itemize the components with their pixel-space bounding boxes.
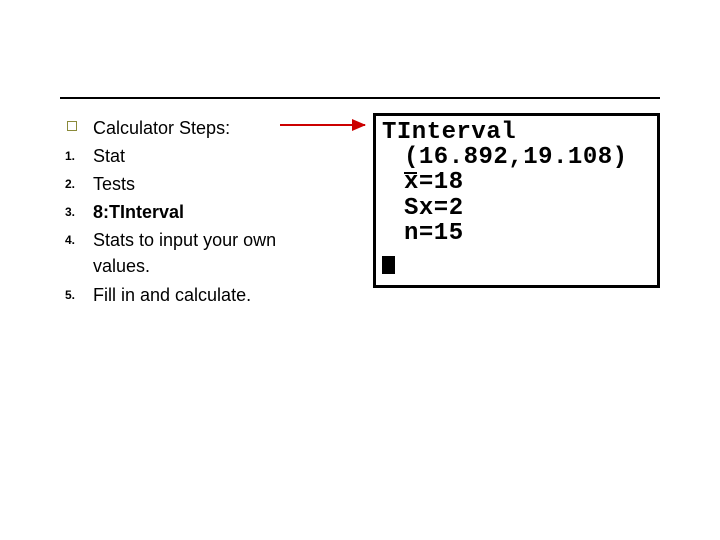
step-row-2: 2. Tests — [65, 171, 335, 197]
steps-list: Calculator Steps: 1. Stat 2. Tests 3. 8:… — [65, 115, 335, 310]
steps-heading: Calculator Steps: — [93, 115, 335, 141]
calc-sx-line: Sx=2 — [382, 196, 651, 221]
step-heading-row: Calculator Steps: — [65, 115, 335, 141]
red-arrow-icon — [280, 124, 365, 126]
step-text-3: 8:TInterval — [93, 199, 335, 225]
horizontal-divider — [60, 97, 660, 99]
cursor-block-icon — [382, 256, 395, 274]
calc-xbar-line: x=18 — [382, 170, 651, 195]
square-bullet-icon — [65, 115, 93, 137]
content-area: Calculator Steps: 1. Stat 2. Tests 3. 8:… — [65, 115, 335, 310]
step-row-3: 3. 8:TInterval — [65, 199, 335, 225]
step-text-4: Stats to input your own values. — [93, 227, 335, 279]
num-bullet-3: 3. — [65, 199, 93, 221]
num-bullet-5: 5. — [65, 282, 93, 304]
calculator-screen: TInterval (16.892,19.108) x=18 Sx=2 n=15 — [373, 113, 660, 288]
step-text-5: Fill in and calculate. — [93, 282, 335, 308]
calc-n-line: n=15 — [382, 221, 651, 246]
step-row-5: 5. Fill in and calculate. — [65, 282, 335, 308]
xbar-symbol: x=18 — [404, 170, 464, 195]
step-text-2: Tests — [93, 171, 335, 197]
step-row-1: 1. Stat — [65, 143, 335, 169]
calc-interval: (16.892,19.108) — [382, 145, 651, 170]
num-bullet-2: 2. — [65, 171, 93, 193]
step-row-4: 4. Stats to input your own values. — [65, 227, 335, 279]
num-bullet-4: 4. — [65, 227, 93, 249]
step-text-1: Stat — [93, 143, 335, 169]
num-bullet-1: 1. — [65, 143, 93, 165]
calc-title: TInterval — [382, 120, 651, 145]
